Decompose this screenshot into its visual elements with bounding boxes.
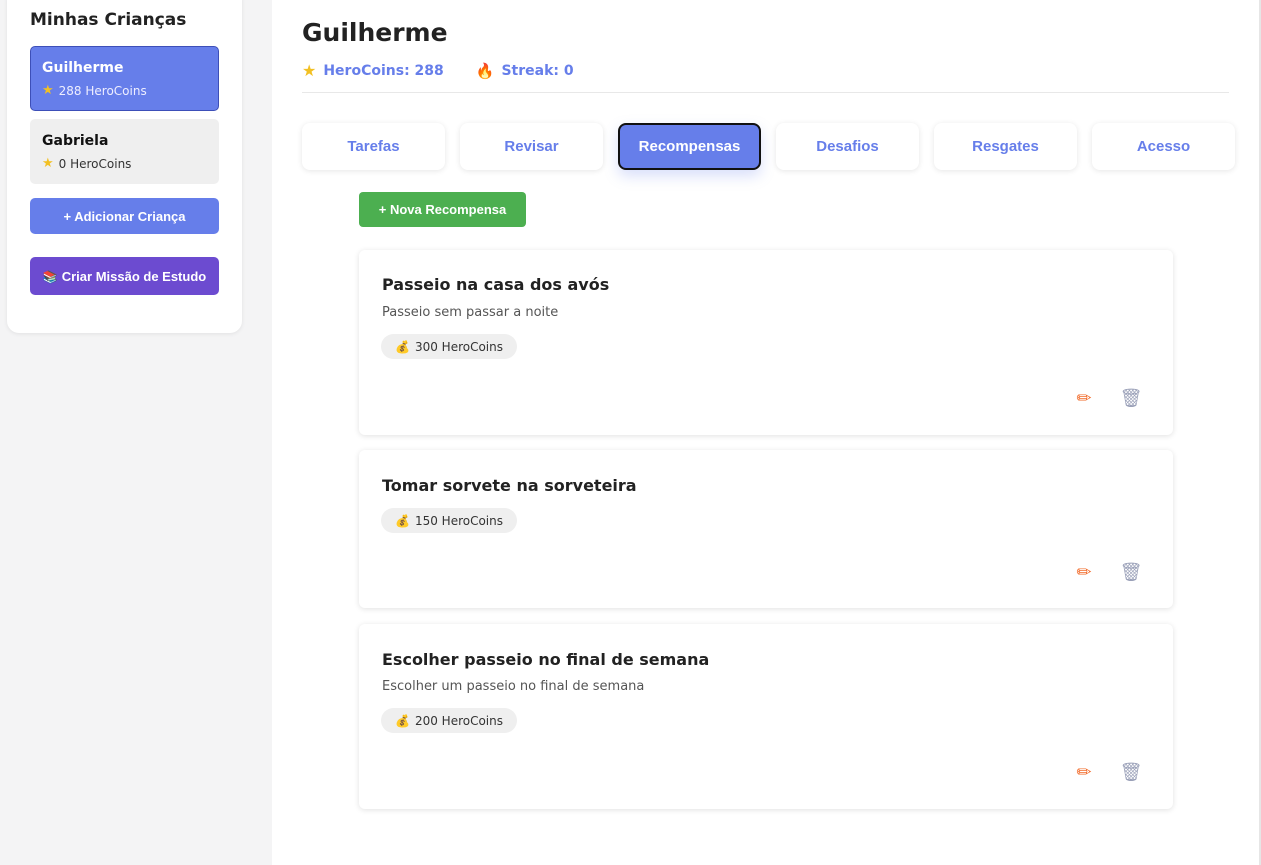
sidebar-title: Minhas Crianças xyxy=(30,10,187,30)
reward-price: 300 HeroCoins xyxy=(414,339,504,354)
tab-recompensas[interactable]: Recompensas xyxy=(618,123,761,170)
reward-card: Passeio na casa dos avós Passeio sem pas… xyxy=(359,250,1173,435)
create-study-mission-button[interactable]: 📚 Criar Missão de Estudo xyxy=(30,257,219,295)
reward-price-badge: 💰 200 HeroCoins xyxy=(381,708,518,733)
child-header: Guilherme ★ HeroCoins: 288 🔥 Streak: 0 xyxy=(302,18,1229,80)
reward-description: Escolher um passeio no final de semana xyxy=(382,679,645,694)
reward-price-badge: 💰 150 HeroCoins xyxy=(381,508,518,533)
tab-desafios[interactable]: Desafios xyxy=(776,123,919,170)
reward-title: Escolher passeio no final de semana xyxy=(382,650,710,669)
star-icon: ★ xyxy=(302,61,317,80)
tab-bar: Tarefas Revisar Recompensas Desafios Res… xyxy=(302,123,1235,170)
trash-icon[interactable]: 🗑 xyxy=(1120,761,1143,783)
pencil-icon[interactable]: ✏ xyxy=(1073,387,1095,409)
money-bag-icon: 💰 xyxy=(395,713,410,728)
herocoins-value: HeroCoins: 288 xyxy=(323,62,444,79)
reward-price: 150 HeroCoins xyxy=(414,513,504,528)
reward-title: Passeio na casa dos avós xyxy=(382,275,610,294)
child-name: Gabriela xyxy=(42,133,109,149)
tab-revisar[interactable]: Revisar xyxy=(460,123,603,170)
child-card-guilherme[interactable]: Guilherme ★ 288 HeroCoins xyxy=(30,46,219,111)
header-divider xyxy=(302,92,1229,93)
reward-price-badge: 💰 300 HeroCoins xyxy=(381,334,518,359)
child-coins: ★ 0 HeroCoins xyxy=(42,156,207,171)
streak-stat: 🔥 Streak: 0 xyxy=(476,61,574,80)
page-title: Guilherme xyxy=(302,18,448,47)
child-coins-value: 0 HeroCoins xyxy=(58,156,132,171)
reward-price: 200 HeroCoins xyxy=(414,713,504,728)
flame-icon: 🔥 xyxy=(475,61,495,80)
reward-description: Passeio sem passar a noite xyxy=(382,305,559,320)
new-reward-button[interactable]: + Nova Recompensa xyxy=(359,192,526,227)
streak-value: Streak: 0 xyxy=(501,62,574,79)
reward-card: Tomar sorvete na sorveteira 💰 150 HeroCo… xyxy=(359,450,1173,608)
tab-resgates[interactable]: Resgates xyxy=(934,123,1077,170)
reward-title: Tomar sorvete na sorveteira xyxy=(382,476,637,495)
star-icon: ★ xyxy=(42,156,54,171)
child-card-gabriela[interactable]: Gabriela ★ 0 HeroCoins xyxy=(30,119,219,184)
child-coins-value: 288 HeroCoins xyxy=(58,83,147,98)
main-panel: Guilherme ★ HeroCoins: 288 🔥 Streak: 0 T… xyxy=(272,0,1259,865)
sidebar: Minhas Crianças Guilherme ★ 288 HeroCoin… xyxy=(7,0,242,333)
pencil-icon[interactable]: ✏ xyxy=(1073,561,1095,583)
child-name: Guilherme xyxy=(42,60,124,76)
reward-card: Escolher passeio no final de semana Esco… xyxy=(359,624,1173,809)
trash-icon[interactable]: 🗑 xyxy=(1120,387,1143,409)
money-bag-icon: 💰 xyxy=(395,339,410,354)
create-study-mission-label: Criar Missão de Estudo xyxy=(61,268,207,284)
child-coins: ★ 288 HeroCoins xyxy=(42,83,207,98)
tab-acesso[interactable]: Acesso xyxy=(1092,123,1235,170)
child-stats: ★ HeroCoins: 288 🔥 Streak: 0 xyxy=(302,61,1229,80)
trash-icon[interactable]: 🗑 xyxy=(1120,561,1143,583)
tab-tarefas[interactable]: Tarefas xyxy=(302,123,445,170)
star-icon: ★ xyxy=(42,83,54,98)
pencil-icon[interactable]: ✏ xyxy=(1073,761,1095,783)
books-icon: 📚 xyxy=(42,269,58,284)
money-bag-icon: 💰 xyxy=(395,513,410,528)
add-child-button[interactable]: + Adicionar Criança xyxy=(30,198,219,234)
herocoins-stat: ★ HeroCoins: 288 xyxy=(302,61,444,80)
